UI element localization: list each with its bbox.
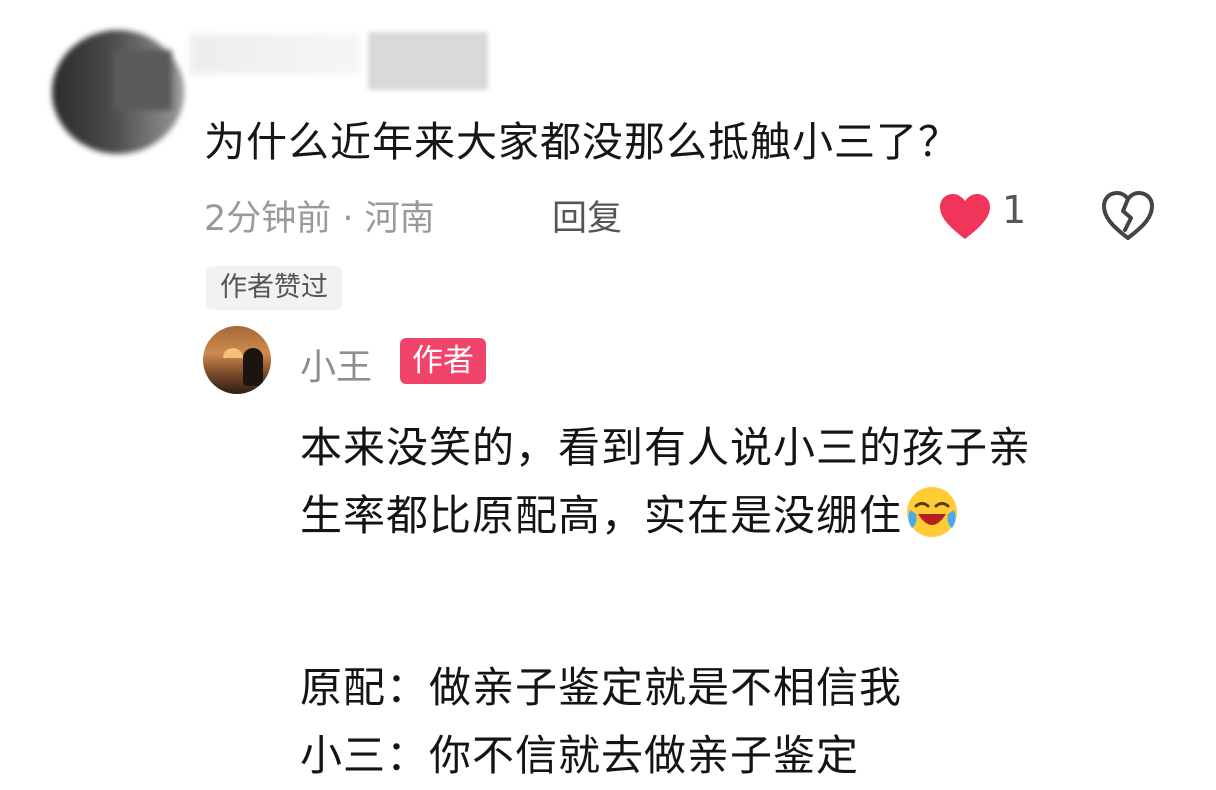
author-badge: 作者 — [400, 338, 486, 384]
laughing-crying-emoji-icon — [907, 487, 958, 537]
blurred-username[interactable] — [190, 34, 360, 74]
blurred-username-block — [368, 32, 488, 90]
broken-heart-icon[interactable] — [1100, 190, 1156, 242]
reply-button[interactable]: 回复 — [552, 190, 622, 241]
author-liked-tag: 作者赞过 — [206, 266, 342, 310]
like-heart-icon[interactable] — [938, 193, 992, 241]
reply-avatar[interactable] — [203, 326, 271, 394]
reply-line: 本来没笑的，看到有人说小三的孩子亲 — [300, 423, 1032, 472]
reply-line-with-emoji: 生率都比原配高，实在是没绷住 — [300, 482, 1031, 550]
reply-text: 本来没笑的，看到有人说小三的孩子亲 生率都比原配高，实在是没绷住 原配：做亲子鉴… — [300, 414, 1031, 790]
comment-text: 为什么近年来大家都没那么抵触小三了？ — [204, 118, 960, 166]
comment-time-location: 2分钟前 · 河南 — [204, 199, 435, 239]
blurred-avatar[interactable] — [52, 30, 184, 154]
like-count: 1 — [1002, 188, 1027, 232]
reply-line: 原配：做亲子鉴定就是不相信我 — [300, 663, 903, 712]
reply-username[interactable]: 小王 — [300, 338, 372, 390]
reply-line: 生率都比原配高，实在是没绷住 — [300, 491, 903, 540]
